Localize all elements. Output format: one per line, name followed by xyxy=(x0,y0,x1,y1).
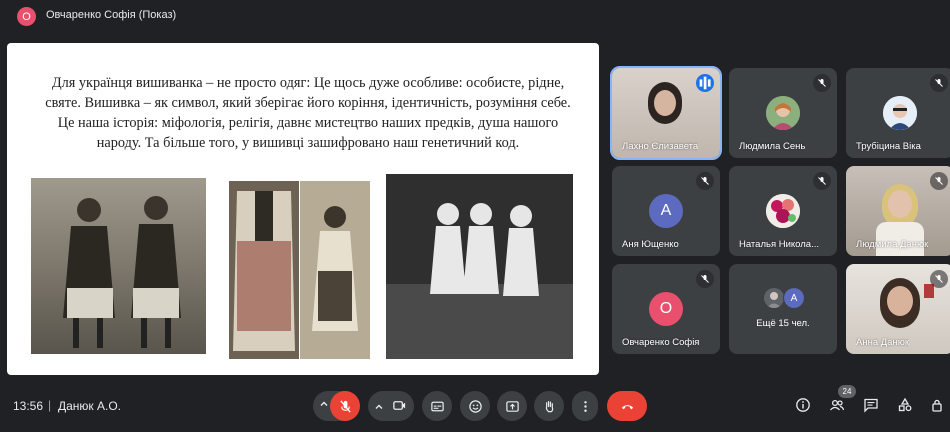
info-icon xyxy=(796,398,810,412)
people-icon xyxy=(830,399,845,411)
raise-hand-button[interactable] xyxy=(534,391,564,421)
person-face xyxy=(888,190,912,218)
participant-avatar: О xyxy=(649,292,683,326)
participant-tile[interactable]: Людмила Данюк xyxy=(846,166,950,256)
participant-tile[interactable]: Трубіцина Віка xyxy=(846,68,950,158)
participant-avatar xyxy=(883,96,917,130)
participant-tile[interactable]: Анна Данюк xyxy=(846,264,950,354)
leave-call-button[interactable] xyxy=(607,391,647,421)
person-face xyxy=(887,286,913,316)
participant-avatar xyxy=(766,194,800,228)
chat-icon xyxy=(864,398,878,413)
present-icon xyxy=(505,400,519,412)
presenter-title: Овчаренко Софія (Показ) xyxy=(46,9,177,21)
speaking-indicator-icon xyxy=(696,74,714,92)
photo-three-girls xyxy=(386,174,573,359)
participant-name: Лахно Єлизавета xyxy=(622,141,699,152)
present-screen-button[interactable] xyxy=(497,391,527,421)
bottom-bar: 13:56 | Данюк А.О. 24 xyxy=(0,383,950,432)
chevron-up-icon xyxy=(374,399,384,417)
camera-icon xyxy=(392,398,407,418)
sound-bars-icon xyxy=(699,76,711,90)
emoji-icon xyxy=(468,399,482,413)
mic-off-icon xyxy=(930,74,948,92)
top-bar: О Овчаренко Софія (Показ) xyxy=(0,0,950,32)
chat-button[interactable] xyxy=(862,396,880,414)
mic-off-icon xyxy=(339,399,351,413)
person-face xyxy=(654,90,676,116)
meeting-details-button[interactable] xyxy=(794,396,812,414)
presenter-avatar: О xyxy=(17,7,36,26)
mic-off-icon xyxy=(813,74,831,92)
participant-name: Людмила Сень xyxy=(739,141,806,152)
participant-tile[interactable]: Наталья Никола... xyxy=(729,166,837,256)
participant-name: Аня Ющенко xyxy=(622,239,679,250)
more-participants-label: Ещё 15 чел. xyxy=(756,318,810,329)
more-vert-icon xyxy=(583,400,587,412)
photo-embroidered-dress xyxy=(229,181,299,359)
people-button[interactable] xyxy=(828,396,846,414)
participant-name: Людмила Данюк xyxy=(856,239,929,250)
more-participants-tile[interactable]: А Ещё 15 чел. xyxy=(729,264,837,354)
call-end-icon xyxy=(621,404,633,409)
mic-off-icon xyxy=(930,270,948,288)
slide-paragraph: Для українця вишиванка – не просто одяг:… xyxy=(45,75,571,151)
participant-name: Овчаренко Софія xyxy=(622,337,700,348)
shapes-icon xyxy=(898,397,912,412)
participant-tile[interactable]: О Овчаренко Софія xyxy=(612,264,720,354)
more-options-button[interactable] xyxy=(572,391,598,421)
participant-avatar xyxy=(766,96,800,130)
host-controls-button[interactable] xyxy=(929,396,947,414)
mic-toggle-button[interactable] xyxy=(330,391,360,421)
separator: | xyxy=(48,398,52,412)
mic-off-icon xyxy=(696,270,714,288)
participant-avatar: А xyxy=(649,194,683,228)
presentation-slide: Для українця вишиванка – не просто одяг:… xyxy=(7,43,599,375)
mic-off-icon xyxy=(930,172,948,190)
photo-woman-folk-dress xyxy=(300,181,370,359)
reactions-button[interactable] xyxy=(460,391,490,421)
activities-button[interactable] xyxy=(896,396,914,414)
participant-name: Трубіцина Віка xyxy=(856,141,921,152)
participant-name: Наталья Никола... xyxy=(739,239,819,250)
clock: 13:56 xyxy=(13,399,44,413)
photo-two-girls xyxy=(31,178,206,354)
hand-icon xyxy=(545,400,553,412)
stacked-avatar-initial: А xyxy=(783,287,805,309)
participant-tile[interactable]: Людмила Сень xyxy=(729,68,837,158)
meeting-name: Данюк А.О. xyxy=(58,399,122,413)
captions-button[interactable] xyxy=(422,391,452,421)
participant-tile[interactable]: А Аня Ющенко xyxy=(612,166,720,256)
participant-tile[interactable]: Лахно Єлизавета xyxy=(610,66,722,160)
stacked-avatar xyxy=(764,288,784,308)
participant-name: Анна Данюк xyxy=(856,337,909,348)
chevron-up-icon xyxy=(319,399,329,412)
mic-off-icon xyxy=(813,172,831,190)
mic-off-icon xyxy=(696,172,714,190)
lock-person-icon xyxy=(932,399,942,412)
video-options-button[interactable] xyxy=(368,391,414,421)
captions-icon xyxy=(430,401,444,411)
